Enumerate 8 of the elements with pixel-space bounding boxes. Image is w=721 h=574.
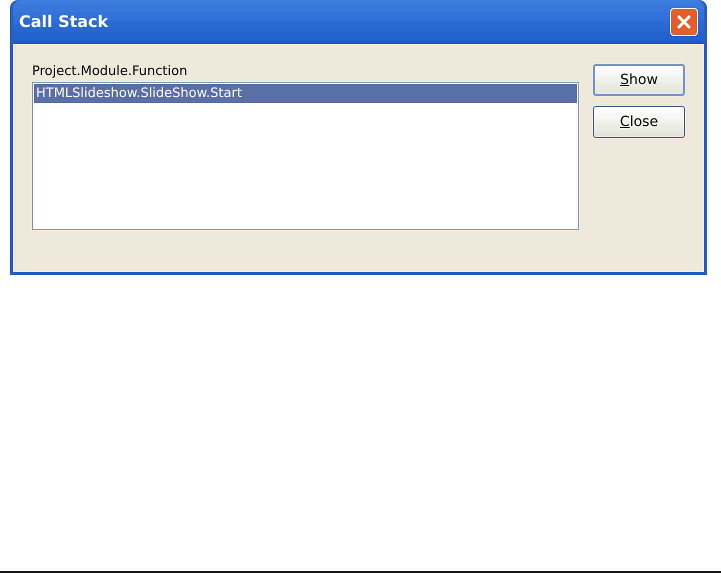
close-button[interactable] (670, 8, 698, 36)
call-stack-list[interactable]: HTMLSlideshow.SlideShow.Start (32, 82, 579, 230)
dialog-button[interactable]: Show (593, 64, 685, 96)
list-item[interactable]: HTMLSlideshow.SlideShow.Start (34, 84, 577, 103)
close-icon (676, 14, 692, 30)
list-label: Project.Module.Function (32, 63, 188, 81)
window-title: Call Stack (19, 11, 108, 33)
dialog-button[interactable]: Close (593, 106, 685, 138)
